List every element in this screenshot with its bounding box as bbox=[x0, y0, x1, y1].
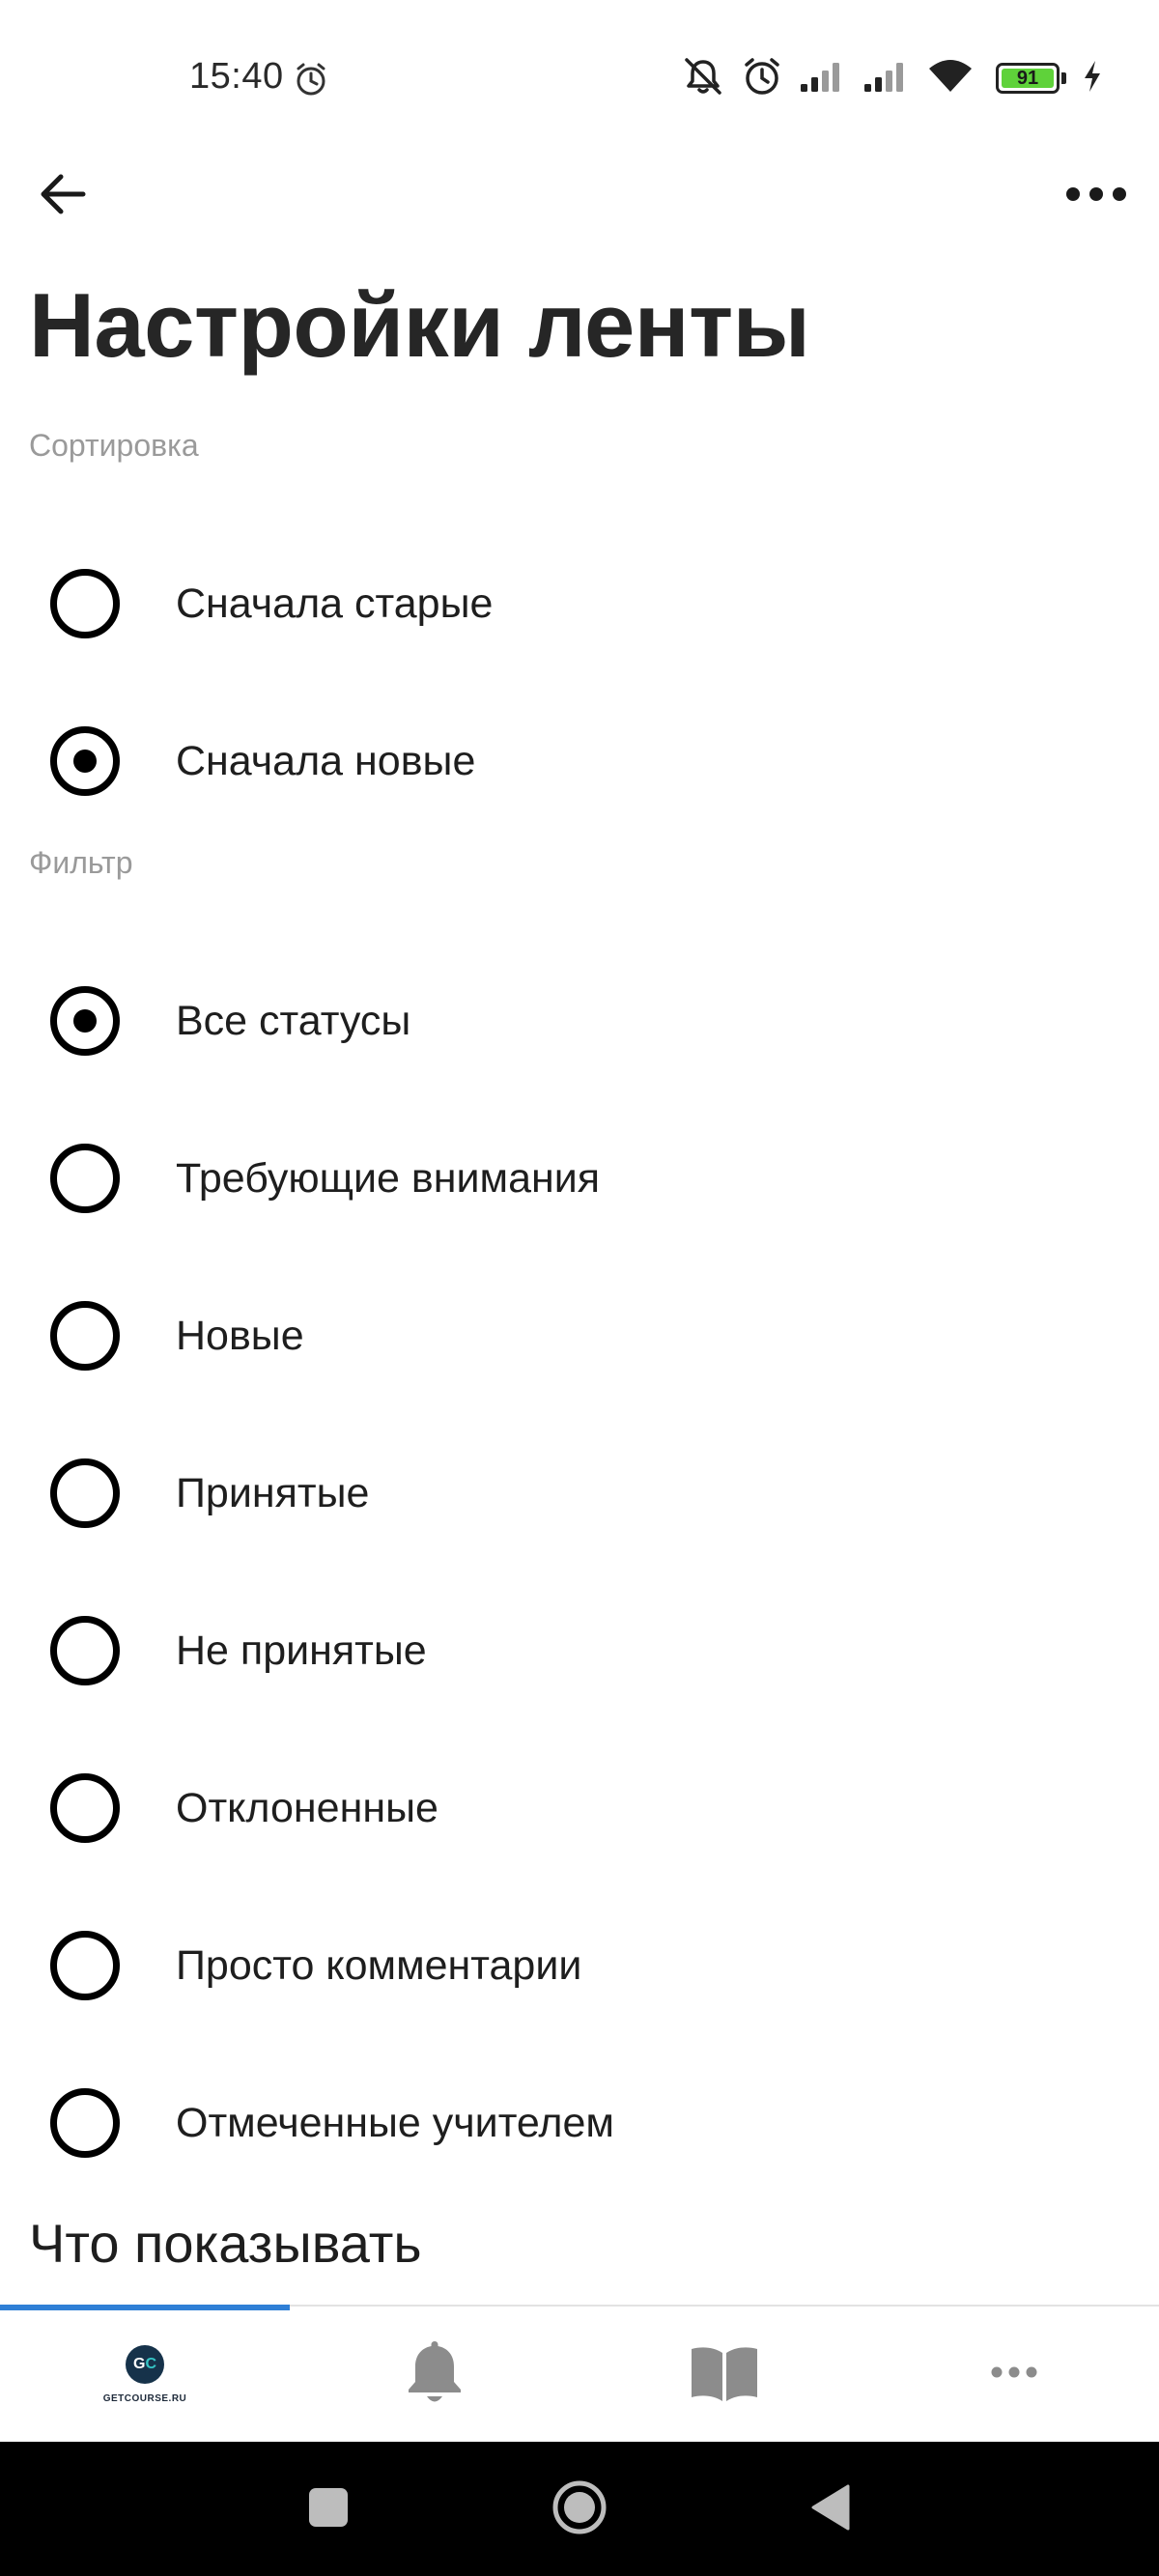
back-button[interactable] bbox=[29, 162, 97, 230]
page-title: Настройки ленты bbox=[29, 274, 810, 376]
getcourse-logo-mark: GC bbox=[126, 2344, 164, 2384]
filter-option-needs-attention[interactable]: Требующие внимания bbox=[0, 1116, 1159, 1241]
radio-button[interactable] bbox=[50, 1144, 120, 1213]
battery-tip bbox=[1061, 72, 1066, 84]
radio-dot bbox=[73, 750, 97, 773]
radio-button[interactable] bbox=[50, 1616, 120, 1685]
more-horizontal-icon bbox=[1064, 184, 1128, 209]
radio-label: Сначала новые bbox=[176, 737, 476, 784]
mute-icon bbox=[681, 54, 725, 103]
radio-label: Требующие внимания bbox=[176, 1154, 601, 1202]
radio-dot bbox=[73, 1009, 97, 1033]
getcourse-logo-text: GETCOURSE.RU bbox=[102, 2392, 187, 2404]
back-nav-button[interactable] bbox=[792, 2471, 869, 2548]
arrow-left-icon bbox=[37, 168, 89, 225]
radio-label: Новые bbox=[176, 1312, 304, 1359]
sort-option-newest-first[interactable]: Сначала новые bbox=[0, 698, 1159, 824]
radio-button[interactable] bbox=[50, 1458, 120, 1528]
radio-label: Все статусы bbox=[176, 997, 411, 1044]
book-icon bbox=[689, 2343, 760, 2406]
radio-label: Отмеченные учителем bbox=[176, 2099, 614, 2146]
what-to-show-heading: Что показывать bbox=[29, 2213, 422, 2274]
tab-courses[interactable] bbox=[580, 2307, 869, 2442]
charging-icon bbox=[1082, 59, 1103, 99]
tab-home[interactable]: GC GETCOURSE.RU bbox=[0, 2307, 290, 2442]
radio-button[interactable] bbox=[50, 726, 120, 796]
more-options-button[interactable] bbox=[1053, 162, 1140, 230]
filter-option-not-accepted[interactable]: Не принятые bbox=[0, 1588, 1159, 1713]
radio-button[interactable] bbox=[50, 1773, 120, 1843]
wifi-icon bbox=[926, 57, 975, 100]
recents-square-icon bbox=[308, 2487, 349, 2533]
alarm-icon bbox=[292, 60, 330, 99]
filter-option-all-statuses[interactable]: Все статусы bbox=[0, 958, 1159, 1084]
filter-option-comments-only[interactable]: Просто комментарии bbox=[0, 1903, 1159, 2028]
sorting-section-label: Сортировка bbox=[29, 428, 199, 463]
radio-button[interactable] bbox=[50, 569, 120, 638]
recents-button[interactable] bbox=[290, 2471, 367, 2548]
getcourse-logo: GC GETCOURSE.RU bbox=[102, 2344, 187, 2404]
alarm-icon bbox=[741, 55, 783, 102]
filter-option-teacher-marked[interactable]: Отмеченные учителем bbox=[0, 2060, 1159, 2186]
filter-option-rejected[interactable]: Отклоненные bbox=[0, 1745, 1159, 1871]
signal-icon bbox=[799, 59, 847, 99]
app-bar bbox=[0, 155, 1159, 261]
status-icons: 91 bbox=[681, 54, 1103, 102]
tab-notifications[interactable] bbox=[290, 2307, 580, 2442]
bottom-tab-bar: GC GETCOURSE.RU bbox=[0, 2305, 1159, 2444]
feed-settings-screen: 15:40 91 Настройки ленты Сортировка Снач… bbox=[0, 0, 1159, 2576]
radio-label: Принятые bbox=[176, 1469, 370, 1516]
radio-label: Сначала старые bbox=[176, 580, 494, 627]
status-bar: 15:40 91 bbox=[0, 0, 1159, 155]
battery-level: 91 bbox=[1016, 67, 1039, 89]
home-button[interactable] bbox=[541, 2471, 618, 2548]
sort-option-oldest-first[interactable]: Сначала старые bbox=[0, 541, 1159, 666]
radio-button[interactable] bbox=[50, 1931, 120, 2000]
signal-icon bbox=[862, 59, 911, 99]
radio-label: Не принятые bbox=[176, 1627, 427, 1674]
filter-section-label: Фильтр bbox=[29, 845, 133, 880]
battery-icon: 91 bbox=[996, 63, 1060, 94]
filter-option-new[interactable]: Новые bbox=[0, 1273, 1159, 1399]
filter-option-accepted[interactable]: Принятые bbox=[0, 1430, 1159, 1556]
radio-button[interactable] bbox=[50, 986, 120, 1056]
system-navigation-bar bbox=[0, 2442, 1159, 2576]
home-circle-icon bbox=[551, 2479, 608, 2540]
radio-button[interactable] bbox=[50, 1301, 120, 1371]
tab-more[interactable] bbox=[869, 2307, 1159, 2442]
radio-label: Просто комментарии bbox=[176, 1941, 582, 1989]
more-horizontal-icon bbox=[990, 2365, 1038, 2384]
status-time: 15:40 bbox=[189, 56, 284, 97]
bell-icon bbox=[403, 2337, 466, 2412]
back-triangle-icon bbox=[809, 2483, 852, 2536]
radio-button[interactable] bbox=[50, 2088, 120, 2158]
radio-label: Отклоненные bbox=[176, 1784, 438, 1831]
